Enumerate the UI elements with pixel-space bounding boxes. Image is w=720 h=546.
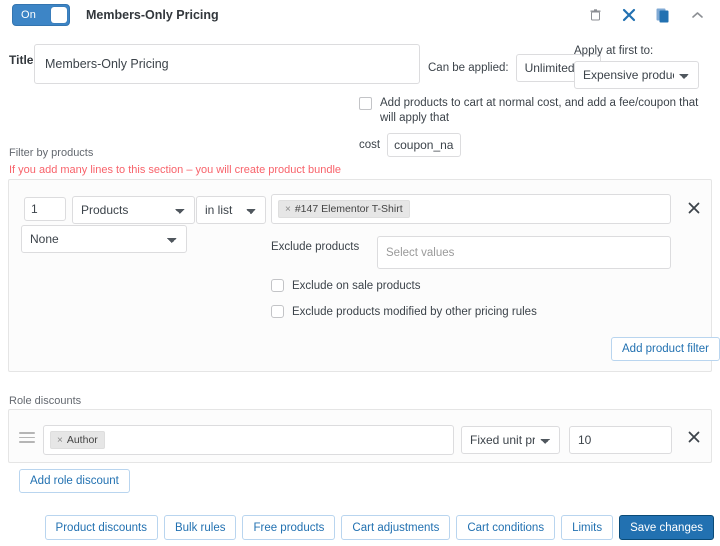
apply-at-first-select[interactable]: Expensive productsCheap products [574, 61, 699, 89]
fee-cost-label: cost [359, 139, 380, 151]
remove-product-filter-icon[interactable] [685, 199, 703, 217]
apply-at-first-group: Apply at first to: Expensive productsChe… [574, 45, 699, 89]
filter-by-products-label: Filter by products [9, 147, 93, 159]
tab-cart-conditions[interactable]: Cart conditions [456, 515, 555, 540]
toggle-label: On [21, 9, 36, 21]
drag-bar [19, 437, 35, 439]
title-input[interactable] [34, 44, 420, 84]
exclude-on-sale-label: Exclude on sale products [292, 280, 421, 292]
drag-bar [19, 432, 35, 434]
product-bundle-warning: If you add many lines to this section – … [9, 164, 341, 176]
products-token-field[interactable]: × #147 Elementor T-Shirt [271, 194, 671, 224]
exclude-products-field[interactable]: Select values [377, 236, 671, 269]
tab-bulk-rules[interactable]: Bulk rules [164, 515, 237, 540]
role-token-field[interactable]: × Author [43, 425, 454, 455]
title-label: Title [9, 53, 33, 67]
apply-at-first-label: Apply at first to: [574, 45, 699, 57]
exclude-modified-label: Exclude products modified by other prici… [292, 306, 537, 318]
rule-title-text: Members-Only Pricing [86, 8, 219, 22]
fee-coupon-checkbox[interactable] [359, 97, 372, 110]
tab-free-products[interactable]: Free products [242, 515, 335, 540]
fee-coupon-label: Add products to cart at normal cost, and… [380, 96, 707, 126]
exclude-products-placeholder: Select values [386, 247, 454, 259]
toggle-knob [51, 7, 67, 23]
role-drag-handle-icon[interactable] [19, 432, 35, 446]
price-type-select[interactable]: Fixed unit pricePercentage discountFixed… [461, 426, 560, 454]
chevron-up-icon[interactable] [680, 0, 714, 30]
add-product-filter-button[interactable]: Add product filter [611, 337, 720, 361]
header-icon-group [578, 0, 714, 30]
exclude-on-sale-row: Exclude on sale products [271, 279, 421, 292]
pricing-rule-editor: On Members-Only Pricing [0, 0, 720, 546]
token-label: Author [67, 434, 98, 446]
role-token[interactable]: × Author [50, 431, 105, 449]
exclude-modified-row: Exclude products modified by other prici… [271, 305, 537, 318]
exclude-products-label: Exclude products [271, 241, 359, 253]
trash-icon[interactable] [578, 0, 612, 30]
rule-header: On Members-Only Pricing [0, 0, 720, 30]
footer-button-bar: Product discounts Bulk rules Free produc… [45, 515, 714, 540]
token-remove-icon[interactable]: × [285, 204, 291, 215]
exclude-on-sale-checkbox[interactable] [271, 279, 284, 292]
token-remove-icon[interactable]: × [57, 435, 63, 446]
tab-product-discounts[interactable]: Product discounts [45, 515, 158, 540]
title-row: Title Can be applied: UnlimitedOnce Appl… [0, 44, 720, 86]
rule-enable-toggle[interactable]: On [12, 4, 70, 26]
save-changes-button[interactable]: Save changes [619, 515, 714, 540]
duplicate-icon[interactable] [646, 0, 680, 30]
coupon-name-input[interactable] [387, 133, 461, 157]
exclude-modified-checkbox[interactable] [271, 305, 284, 318]
filter-type-select[interactable]: ProductsCategoriesTagsAttributes [72, 196, 195, 224]
can-be-applied-label: Can be applied: [428, 62, 509, 74]
fee-coupon-option: Add products to cart at normal cost, and… [359, 96, 707, 157]
filter-quantity-input[interactable] [24, 197, 66, 221]
filter-operator-select[interactable]: in listnot in list [196, 196, 266, 224]
token-label: #147 Elementor T-Shirt [295, 203, 403, 215]
close-icon[interactable] [612, 0, 646, 30]
remove-role-discount-icon[interactable] [685, 428, 703, 446]
drag-bar [19, 441, 35, 443]
tab-cart-adjustments[interactable]: Cart adjustments [341, 515, 450, 540]
product-token[interactable]: × #147 Elementor T-Shirt [278, 200, 410, 218]
tab-limits[interactable]: Limits [561, 515, 613, 540]
discount-amount-input[interactable] [569, 426, 672, 454]
role-discounts-label: Role discounts [9, 395, 81, 407]
filter-none-select[interactable]: NoneAnyAll [21, 225, 187, 253]
add-role-discount-button[interactable]: Add role discount [19, 469, 130, 493]
